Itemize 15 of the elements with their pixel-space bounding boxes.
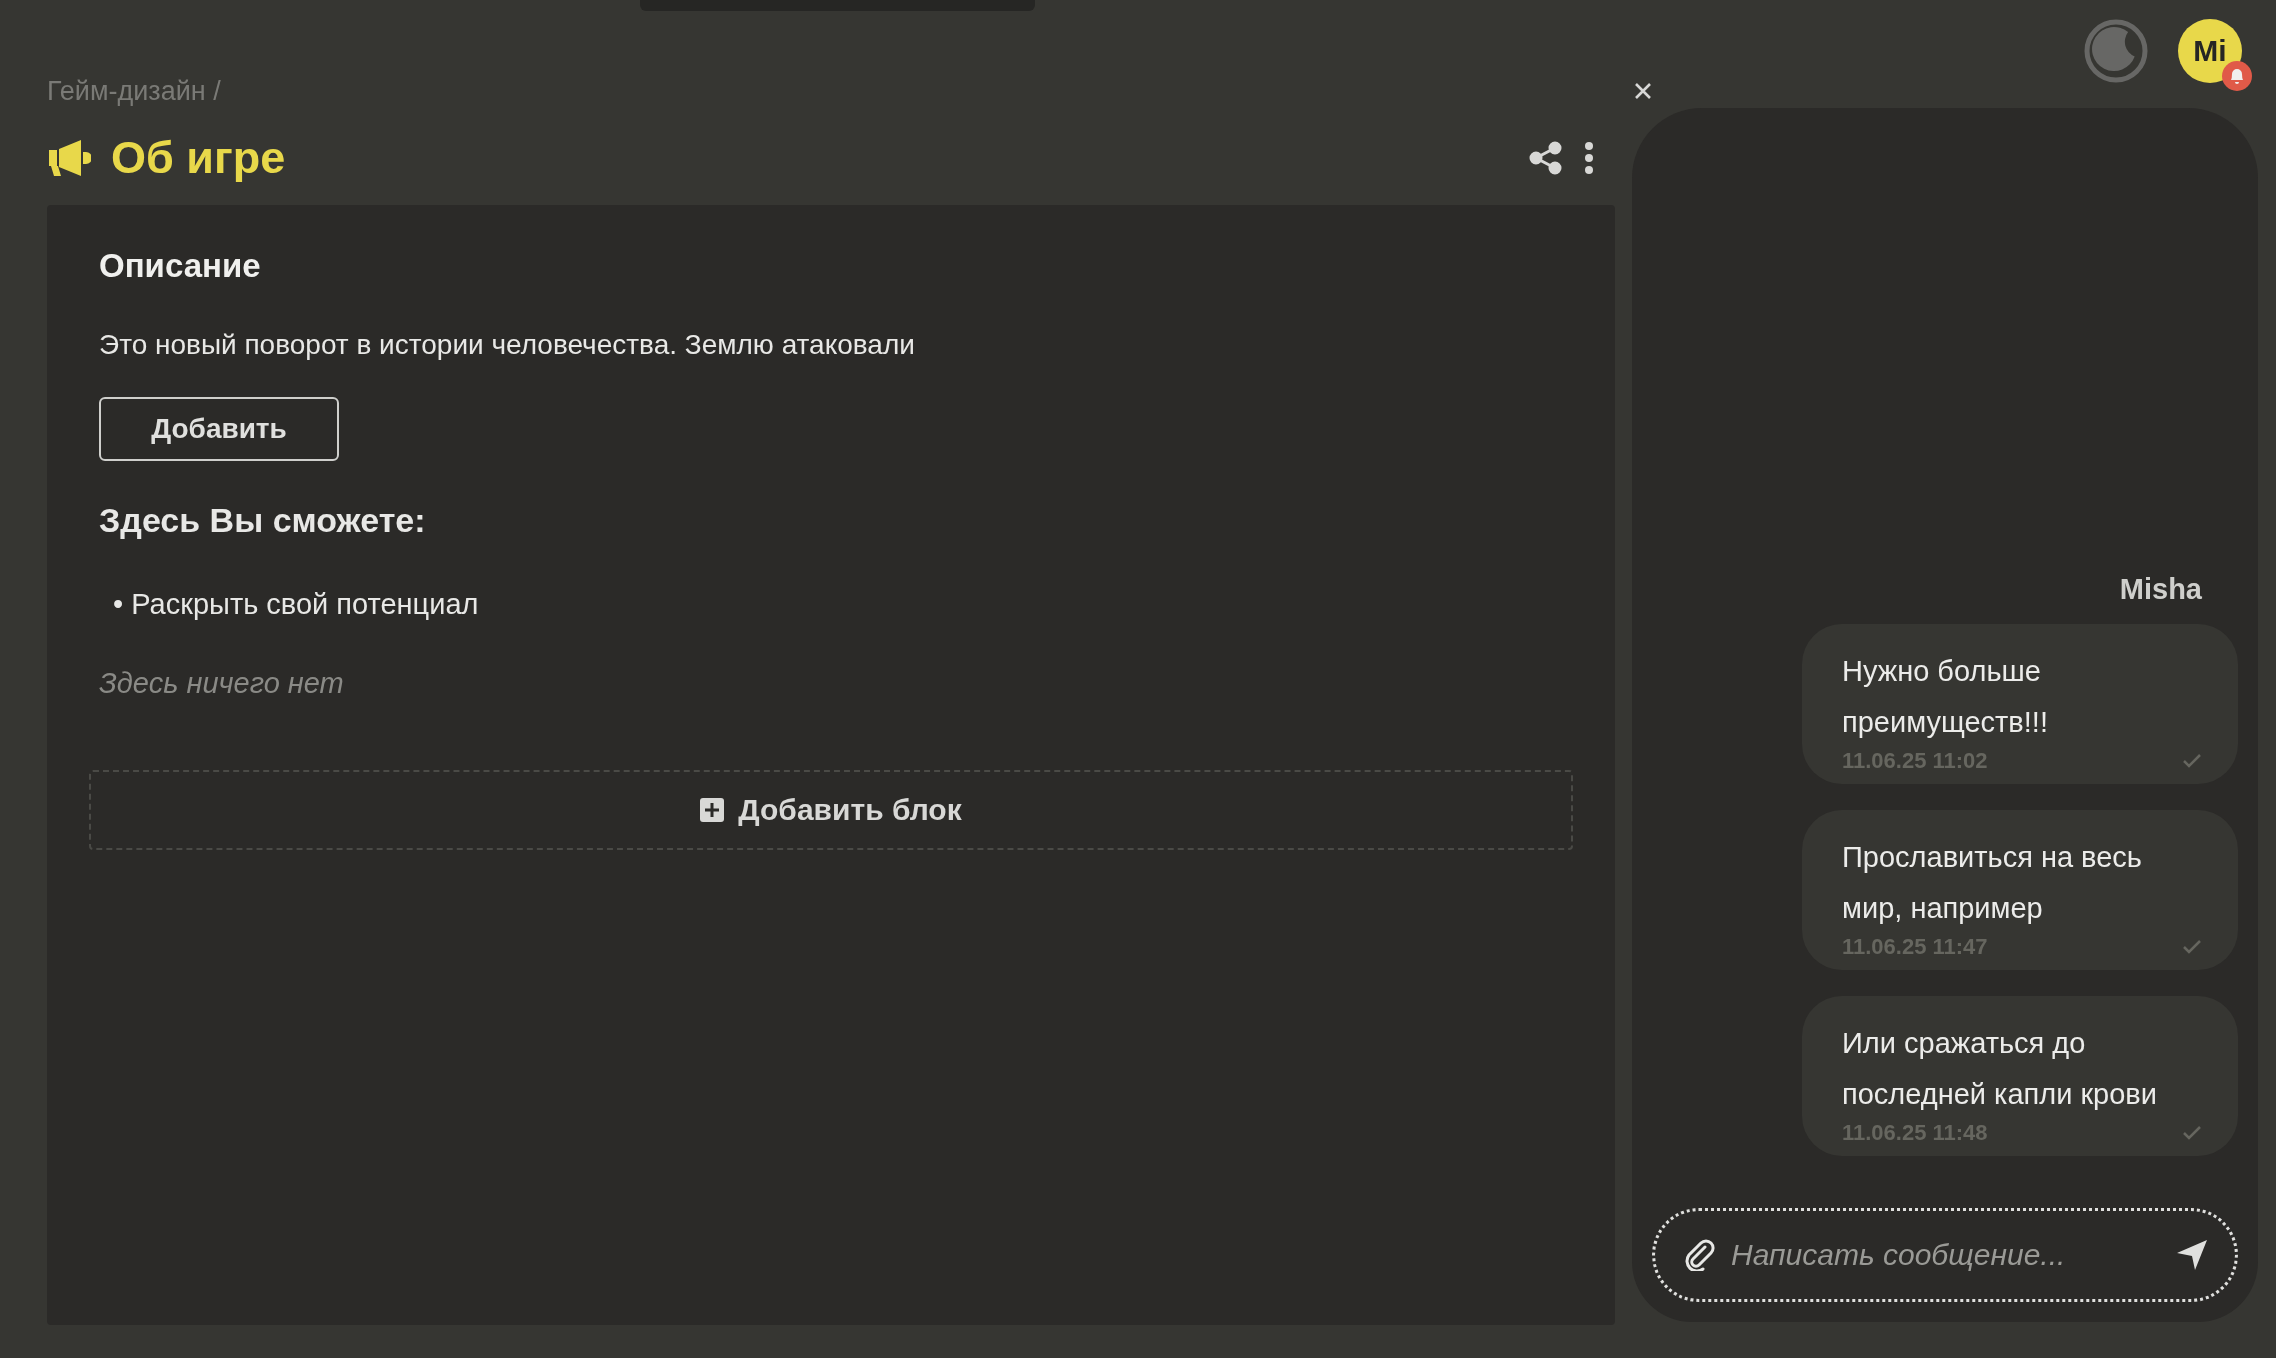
add-button[interactable]: Добавить [99,397,339,461]
message-text: Или сражаться до последней капли крови [1842,1026,2158,1112]
list-item: • Раскрыть свой потенциал [113,588,479,621]
message-input[interactable]: Написать сообщение... [1729,1237,2161,1273]
section-heading: Здесь Вы сможете: [99,501,426,540]
message-text: Нужно больше преимуществ!!! [1842,654,2049,740]
sender-name: Misha [2119,573,2202,606]
section-heading: Описание [99,247,261,285]
empty-hint: Здесь ничего нет [99,667,344,700]
description-text: Это новый поворот в истории человечества. Землю атаковали [99,329,915,361]
message-text: Прославиться на весь мир, например [1842,840,2143,926]
message-field[interactable]: Написать сообщение... [1652,1208,2238,1302]
add-block-button[interactable]: Добавить блок [89,770,1573,850]
user-avatar[interactable]: Mi [2178,19,2242,83]
page-title: Об игре [111,132,286,184]
